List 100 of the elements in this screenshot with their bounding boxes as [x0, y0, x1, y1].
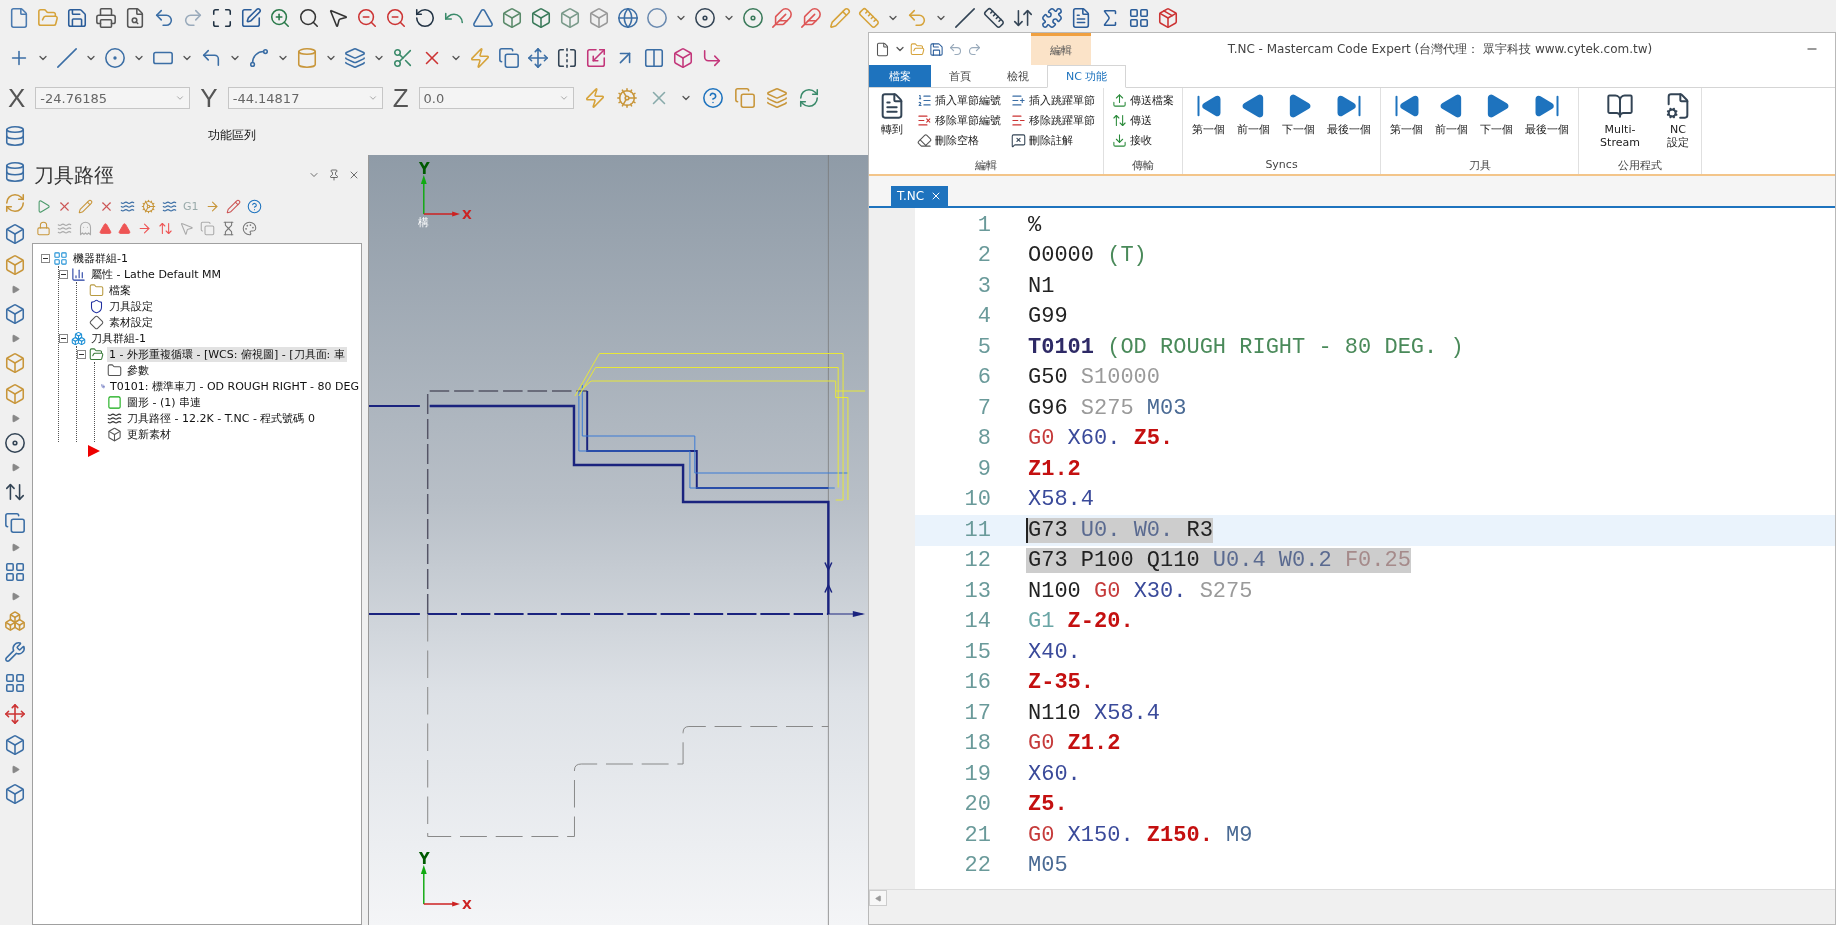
ribbon-button[interactable]: 最後一個: [1522, 90, 1572, 138]
collapse-icon[interactable]: [59, 333, 68, 343]
arrows-icon[interactable]: [4, 481, 26, 503]
line-icon[interactable]: [954, 7, 976, 29]
expand-icon[interactable]: [10, 285, 20, 294]
ribbon-button[interactable]: 第一個: [1387, 90, 1426, 138]
ribbon-button[interactable]: 傳送檔案: [1110, 92, 1176, 108]
box-icon[interactable]: [4, 383, 26, 405]
ribbon-tab[interactable]: NC 功能: [1047, 65, 1127, 88]
file-search-icon[interactable]: [124, 7, 146, 29]
feather-icon[interactable]: [771, 7, 793, 29]
collapse-icon[interactable]: [77, 349, 86, 359]
feather-icon[interactable]: [800, 7, 822, 29]
arrows-icon[interactable]: [1012, 7, 1034, 29]
contextual-tab[interactable]: 編輯: [1031, 33, 1091, 65]
ribbon-button[interactable]: 接收: [1110, 132, 1176, 148]
sphere-icon[interactable]: [646, 7, 668, 29]
tree-item[interactable]: 屬性 - Lathe Default MM: [89, 266, 224, 282]
document-icon[interactable]: [1070, 7, 1092, 29]
arrow-icon[interactable]: [137, 220, 152, 236]
disc-icon[interactable]: [742, 7, 764, 29]
ribbon-button[interactable]: 前一個: [1432, 90, 1471, 138]
expand-icon[interactable]: [10, 543, 20, 552]
ribbon-button[interactable]: 下一個: [1477, 90, 1516, 138]
tree-item[interactable]: 素材設定: [107, 314, 155, 330]
ribbon-button[interactable]: 移除單節編號: [915, 112, 1003, 128]
ribbon-button[interactable]: 插入跳躍單節: [1009, 92, 1097, 108]
line-icon[interactable]: [56, 47, 78, 69]
box-icon[interactable]: [4, 352, 26, 374]
globe-icon[interactable]: [617, 7, 639, 29]
columns-icon[interactable]: [643, 47, 665, 69]
fit-icon[interactable]: [211, 7, 233, 29]
expand-icon[interactable]: [10, 334, 20, 343]
file-icon[interactable]: [875, 41, 890, 57]
zoom-in-icon[interactable]: [269, 7, 291, 29]
disc-icon[interactable]: [4, 432, 26, 454]
scissors-icon[interactable]: [392, 47, 414, 69]
pin-icon[interactable]: [328, 169, 340, 181]
box-icon[interactable]: [4, 303, 26, 325]
tree-item[interactable]: 參數: [125, 362, 151, 378]
ribbon-button[interactable]: 下一個: [1279, 90, 1318, 138]
tree-item[interactable]: 機器群組-1: [71, 250, 130, 266]
ribbon-button[interactable]: 傳送: [1110, 112, 1176, 128]
layers-icon[interactable]: [765, 87, 788, 109]
copy-icon[interactable]: [498, 47, 520, 69]
help-icon[interactable]: [246, 198, 262, 214]
triangle-up-icon[interactable]: [118, 221, 131, 235]
collapse-icon[interactable]: [59, 269, 68, 279]
box-icon[interactable]: [4, 223, 26, 245]
tree-item[interactable]: 檔案: [107, 282, 133, 298]
corner-icon[interactable]: [701, 47, 723, 69]
rotate-icon[interactable]: [414, 7, 436, 29]
package-icon[interactable]: [1157, 7, 1179, 29]
ribbon-tab[interactable]: 檔案: [869, 65, 931, 87]
measure-icon[interactable]: [983, 7, 1005, 29]
refresh-icon[interactable]: [797, 87, 820, 109]
file-icon[interactable]: [8, 7, 30, 29]
cube-icon[interactable]: [588, 7, 610, 29]
close-icon[interactable]: [348, 169, 360, 181]
cylinder-icon[interactable]: [296, 47, 318, 69]
expand-icon[interactable]: [10, 592, 20, 601]
tree-item[interactable]: T0101: 標準車刀 - OD ROUGH RIGHT - 80 DEG: [108, 378, 361, 394]
box-icon[interactable]: [4, 254, 26, 276]
grid-icon[interactable]: [4, 561, 26, 583]
printer-icon[interactable]: [95, 7, 117, 29]
save-icon[interactable]: [929, 41, 944, 57]
expand-icon[interactable]: [10, 765, 20, 774]
coordinate-field[interactable]: -24.76185: [35, 87, 191, 109]
hourglass-icon[interactable]: [221, 220, 236, 236]
grid-icon[interactable]: [4, 672, 26, 694]
palette-icon[interactable]: [242, 220, 257, 236]
tree-item[interactable]: 刀具群組-1: [89, 330, 148, 346]
tree-item[interactable]: 圖形 - (1) 串連: [125, 394, 204, 410]
copy-icon[interactable]: [733, 87, 756, 109]
tree-item[interactable]: 刀具路徑 - 12.2K - T.NC - 程式號碼 0: [125, 410, 317, 426]
ribbon-button[interactable]: 最後一個: [1324, 90, 1374, 138]
coordinate-field[interactable]: -44.14817: [227, 87, 383, 109]
mirror-icon[interactable]: [556, 47, 578, 69]
play-icon[interactable]: [36, 198, 51, 214]
save-icon[interactable]: [66, 7, 88, 29]
scale-icon[interactable]: [585, 47, 607, 69]
database-icon[interactable]: [4, 161, 26, 183]
wrench-icon[interactable]: [4, 641, 26, 663]
zoom-icon[interactable]: [298, 7, 320, 29]
tree-item[interactable]: 1 - 外形重複循環 - [WCS: 俯視圖] - [刀具面: 車: [107, 346, 347, 362]
ribbon-button[interactable]: 移除跳躍單節: [1009, 112, 1097, 128]
zoom-out-icon[interactable]: [356, 7, 378, 29]
ribbon-button[interactable]: 插入單節編號: [915, 92, 1003, 108]
expand-icon[interactable]: [10, 463, 20, 472]
move-icon[interactable]: [527, 47, 549, 69]
tree-item[interactable]: 刀具設定: [107, 298, 155, 314]
redo-icon[interactable]: [967, 41, 982, 57]
boxes-icon[interactable]: [4, 610, 26, 632]
undo-icon[interactable]: [153, 7, 175, 29]
box-icon[interactable]: [4, 783, 26, 805]
ribbon-button[interactable]: 第一個: [1189, 90, 1228, 138]
expand-icon[interactable]: [10, 414, 20, 423]
document-tab[interactable]: T.NC: [891, 186, 949, 206]
ribbon-button[interactable]: 轉到: [875, 90, 909, 138]
ribbon-button[interactable]: 前一個: [1234, 90, 1273, 138]
